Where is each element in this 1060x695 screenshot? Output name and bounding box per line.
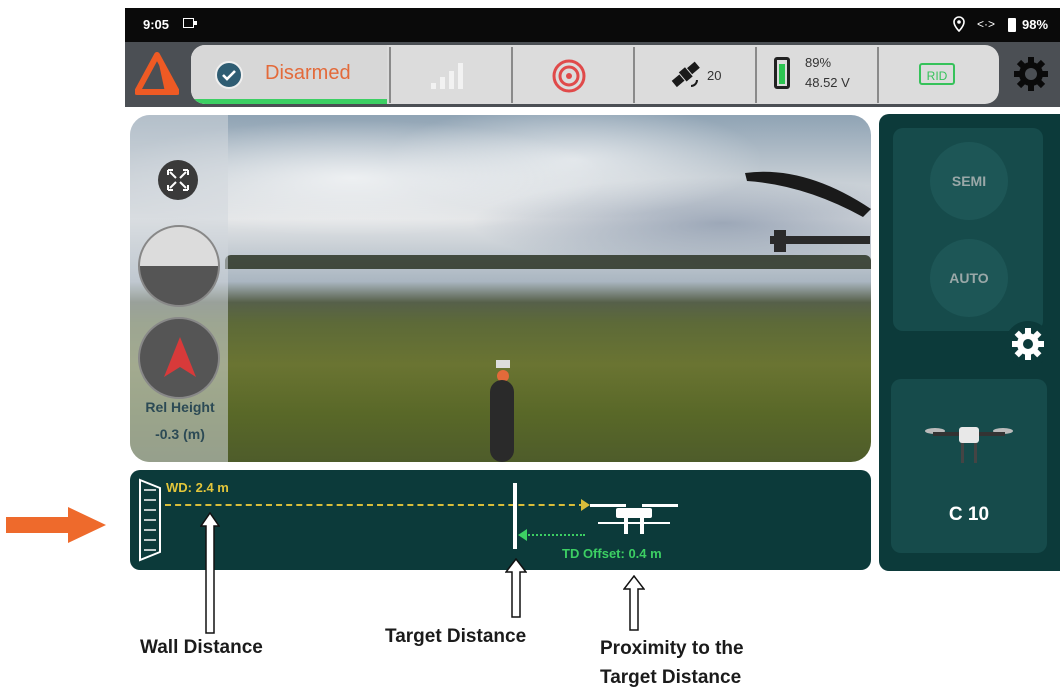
wall-distance-pointer-icon [200,512,220,634]
drone-name: C 10 [948,504,990,525]
battery-percent-value: 89% [805,55,832,70]
wall-icon [139,478,161,562]
drone-rotor-arm [745,171,871,217]
expand-icon[interactable] [158,160,198,200]
rid-badge[interactable]: RID [919,63,955,85]
proximity-pointer-icon [623,575,645,631]
proximity-caption-line2: Target Distance [600,667,742,688]
app-logo-icon[interactable] [135,52,179,96]
battery-percent: 98% [1022,17,1049,32]
divider [877,47,879,103]
camera-feed[interactable]: Rel Height -0.3 (m) [130,115,871,462]
td-offset-label: TD Offset: 0.4 m [562,546,662,561]
wall-distance-caption: Wall Distance [140,637,263,658]
wall-distance-line [165,504,585,506]
wall-distance-label: WD: 2.4 m [166,480,229,495]
arm-progress-bar [191,99,387,104]
drone-icon [590,504,678,534]
cast-icon [183,18,197,28]
semi-mode-button[interactable]: SEMI [930,142,1008,220]
mode-selector: SEMI AUTO [893,128,1043,331]
rel-height-label: Rel Height [145,399,215,415]
spray-nozzle [490,360,514,462]
settings-gear-icon[interactable] [1013,56,1049,92]
signal-strength-icon[interactable] [429,59,471,91]
sync-icon: <·> [977,17,996,31]
drone-rotor-arm [770,230,870,252]
top-toolbar: Disarmed 20 89% 48.52 V RID [125,42,1060,107]
target-distance-pointer-icon [505,558,527,618]
battery-icon [1008,18,1016,32]
check-icon [215,61,243,89]
satellite-icon[interactable] [667,58,705,92]
divider [633,47,635,103]
status-bar: 9:05 <·> 98% [125,8,1060,42]
arm-status-button[interactable]: Disarmed [191,45,387,104]
status-pill: Disarmed 20 89% 48.52 V RID [191,45,999,104]
flight-mode-panel: SEMI AUTO C 10 [879,114,1060,571]
td-offset-line [525,534,585,536]
compass-heading [138,317,220,399]
drone-thumbnail-icon [925,427,1013,463]
proximity-caption-line1: Proximity to the [600,638,744,659]
distance-panel: WD: 2.4 m TD Offset: 0.4 m [130,470,871,570]
drone-battery-icon[interactable] [774,57,790,89]
satellite-count: 20 [707,68,722,83]
target-icon[interactable] [551,58,587,94]
attitude-indicator [138,225,220,307]
pointer-arrow-icon [6,507,106,543]
heading-arrow-icon [164,337,196,377]
target-distance-caption: Target Distance [385,626,527,647]
target-distance-marker [513,483,517,549]
rel-height-value: -0.3 (m) [155,426,205,442]
battery-voltage-value: 48.52 V [805,75,850,90]
telemetry-side-panel: Rel Height -0.3 (m) [130,115,228,462]
drone-select-card[interactable]: C 10 [891,379,1047,553]
auto-mode-button[interactable]: AUTO [930,239,1008,317]
location-icon [953,16,965,32]
td-offset-arrowhead [518,529,527,541]
divider [755,47,757,103]
status-time: 9:05 [143,17,170,32]
divider [511,47,513,103]
mode-settings-gear-icon[interactable] [1005,321,1051,367]
divider [389,47,391,103]
arm-status-text: Disarmed [265,62,351,84]
